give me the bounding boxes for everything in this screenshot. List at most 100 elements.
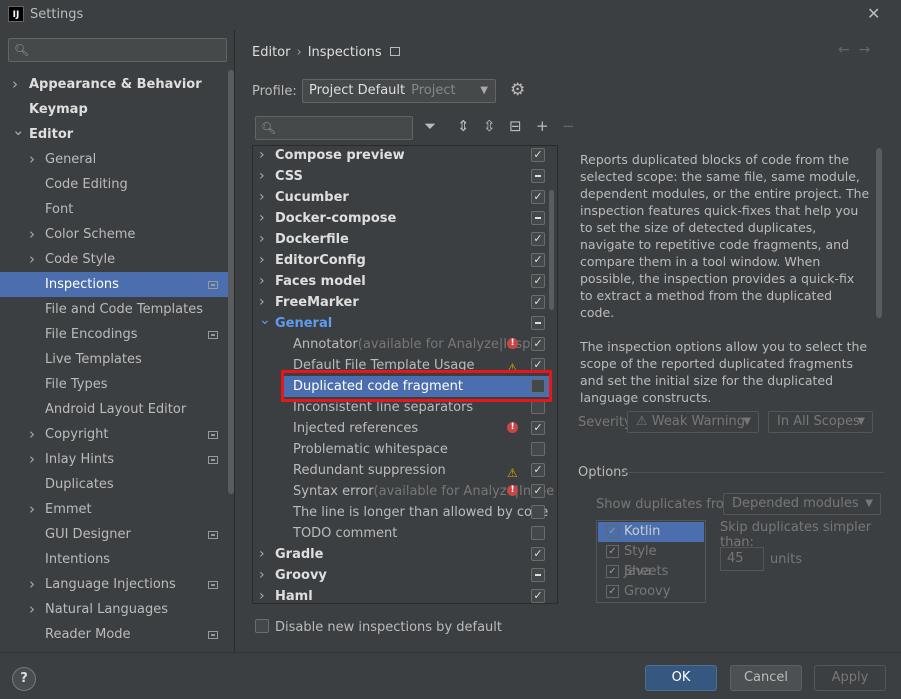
inspection-checkbox[interactable]: ✓	[531, 421, 545, 435]
sidebar-item-file-and-code-templates[interactable]: File and Code Templates	[0, 297, 228, 322]
chevron-right-icon[interactable]: ›	[259, 229, 265, 250]
chevron-right-icon[interactable]: ›	[259, 586, 265, 603]
help-button[interactable]: ?	[12, 667, 36, 691]
chevron-right-icon[interactable]: ›	[29, 222, 35, 247]
tree-row[interactable]: › Gradle ✓	[253, 544, 549, 565]
sidebar-item-editor[interactable]: ⌄ Editor	[0, 121, 228, 147]
sidebar-item-keymap[interactable]: Keymap	[0, 97, 228, 122]
sidebar-item-code-editing[interactable]: Code Editing	[0, 172, 228, 197]
sidebar-item-duplicates[interactable]: Duplicates	[0, 472, 228, 497]
language-checkbox[interactable]: ✓	[606, 565, 619, 578]
description-scrollbar[interactable]	[876, 148, 882, 318]
chevron-down-icon[interactable]: ⌄	[259, 310, 271, 331]
chevron-right-icon[interactable]: ›	[12, 72, 18, 97]
back-arrow-icon[interactable]: ←	[838, 42, 850, 58]
forward-arrow-icon[interactable]: →	[859, 42, 871, 58]
tree-row[interactable]: › CSS	[253, 166, 549, 187]
chevron-right-icon[interactable]: ›	[29, 572, 35, 597]
inspection-checkbox[interactable]: ✓	[531, 253, 545, 267]
tree-row[interactable]: Syntax error(available for Analyze|Inspe…	[253, 481, 554, 502]
filter-icon[interactable]: ⏷	[424, 117, 436, 135]
expand-all-icon[interactable]: ⇕	[457, 117, 470, 135]
inspection-checkbox[interactable]: ✓	[531, 337, 545, 351]
inspection-checkbox[interactable]: ✓	[531, 547, 545, 561]
remove-icon[interactable]: −	[562, 117, 575, 135]
tree-row[interactable]: Annotator(available for Analyze|Inspec! ✓	[253, 334, 549, 355]
sidebar-item-font[interactable]: Font	[0, 197, 228, 222]
sidebar-item-natural-languages[interactable]: › Natural Languages	[0, 597, 228, 622]
sidebar-item-general[interactable]: › General	[0, 147, 228, 172]
close-icon[interactable]: ✕	[867, 4, 880, 23]
inspection-checkbox[interactable]: ✓	[531, 463, 545, 477]
inspection-checkbox[interactable]	[531, 400, 545, 414]
disable-new-label[interactable]: Disable new inspections by default	[275, 620, 502, 635]
chevron-down-icon[interactable]: ⌄	[12, 118, 25, 143]
tree-row[interactable]: › Cucumber ✓	[253, 187, 549, 208]
reset-icon[interactable]: ⊟	[509, 117, 522, 135]
inspection-checkbox[interactable]: ✓	[531, 295, 545, 309]
ok-button[interactable]: OK	[645, 665, 717, 691]
chevron-right-icon[interactable]: ›	[29, 597, 35, 622]
add-icon[interactable]: +	[536, 117, 549, 135]
tree-row[interactable]: Injected references! ✓	[253, 418, 549, 439]
inspection-search-input[interactable]: 🔍︎	[255, 116, 413, 140]
inspection-checkbox[interactable]: ✓	[531, 589, 545, 603]
sidebar-item-language-injections[interactable]: › Language Injections	[0, 572, 228, 597]
sidebar-item-reader-mode[interactable]: Reader Mode	[0, 622, 228, 647]
tree-row[interactable]: ⌄ General	[253, 310, 549, 334]
tree-row[interactable]: › EditorConfig ✓	[253, 250, 549, 271]
profile-select[interactable]: Project Default Project ▼	[302, 79, 496, 103]
gear-icon[interactable]: ⚙	[510, 80, 525, 100]
tree-row[interactable]: Problematic whitespace	[253, 439, 549, 460]
chevron-right-icon[interactable]: ›	[29, 497, 35, 522]
inspection-checkbox[interactable]: ✓	[531, 232, 545, 246]
language-checkbox[interactable]: ✓	[606, 525, 619, 538]
sidebar-item-intentions[interactable]: Intentions	[0, 547, 228, 572]
inspection-checkbox[interactable]: ✓	[531, 148, 545, 162]
inspection-checkbox[interactable]	[531, 442, 545, 456]
cancel-button[interactable]: Cancel	[730, 665, 802, 691]
sidebar-scrollbar[interactable]	[228, 70, 234, 494]
language-item-style-sheets[interactable]: ✓ Style Sheets	[598, 542, 704, 579]
chevron-right-icon[interactable]: ›	[259, 565, 265, 586]
language-item-kotlin[interactable]: ✓ Kotlin	[598, 522, 704, 542]
language-checkbox[interactable]: ✓	[606, 585, 619, 598]
collapse-all-icon[interactable]: ⇳	[483, 117, 496, 135]
tree-scrollbar[interactable]	[549, 190, 554, 310]
chevron-right-icon[interactable]: ›	[259, 250, 265, 271]
settings-search-input[interactable]: 🔍︎	[8, 38, 227, 62]
language-item-java[interactable]: ✓ Java	[598, 562, 704, 582]
chevron-right-icon[interactable]: ›	[259, 187, 265, 208]
language-checkbox[interactable]: ✓	[606, 545, 619, 558]
chevron-right-icon[interactable]: ›	[259, 146, 265, 166]
tree-row[interactable]: › Haml ✓	[253, 586, 549, 603]
tree-row[interactable]: › FreeMarker ✓	[253, 292, 549, 313]
sidebar-item-inspections[interactable]: Inspections	[0, 272, 228, 297]
sidebar-item-copyright[interactable]: › Copyright	[0, 422, 228, 447]
inspection-checkbox[interactable]	[531, 568, 545, 582]
disable-new-checkbox[interactable]	[255, 619, 269, 633]
tree-row[interactable]: Redundant suppression ⚠ ✓	[253, 460, 549, 481]
chevron-right-icon[interactable]: ›	[29, 247, 35, 272]
inspection-checkbox[interactable]	[531, 505, 545, 519]
chevron-right-icon[interactable]: ›	[259, 166, 265, 187]
inspection-checkbox[interactable]	[531, 211, 545, 225]
tree-row[interactable]: › Dockerfile ✓	[253, 229, 549, 250]
chevron-right-icon[interactable]: ›	[259, 208, 265, 229]
sidebar-item-inlay-hints[interactable]: › Inlay Hints	[0, 447, 228, 472]
inspection-checkbox[interactable]	[531, 169, 545, 183]
chevron-right-icon[interactable]: ›	[259, 271, 265, 292]
scope-select[interactable]: In All Scopes ▼	[768, 411, 873, 433]
tree-row[interactable]: › Faces model ✓	[253, 271, 549, 292]
chevron-right-icon[interactable]: ›	[29, 147, 35, 172]
sidebar-item-gui-designer[interactable]: GUI Designer	[0, 522, 228, 547]
inspection-checkbox[interactable]: ✓	[531, 274, 545, 288]
sidebar-item-code-style[interactable]: › Code Style	[0, 247, 228, 272]
tree-row[interactable]: The line is longer than allowed by code	[253, 502, 549, 523]
inspection-checkbox[interactable]	[531, 526, 545, 540]
apply-button[interactable]: Apply	[814, 665, 886, 691]
sidebar-item-emmet[interactable]: › Emmet	[0, 497, 228, 522]
sidebar-item-file-types[interactable]: File Types	[0, 372, 228, 397]
tree-row[interactable]: › Compose preview ✓	[253, 146, 549, 166]
show-duplicates-select[interactable]: Depended modules ▼	[723, 493, 881, 515]
